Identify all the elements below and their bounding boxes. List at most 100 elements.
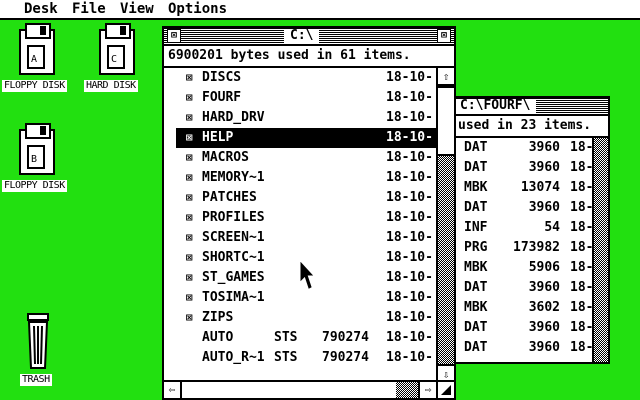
folder-row[interactable]: ⊠ SCREEN~1 18-10-: [164, 228, 436, 248]
file-date: 18-: [570, 300, 594, 315]
desktop-icon-hard-disk[interactable]: C HARD DISK: [82, 22, 156, 104]
scroll-left-arrow-icon[interactable]: ⇦: [164, 382, 182, 398]
file-date: 18-10-: [386, 90, 433, 105]
file-row[interactable]: MBK 3602 18-: [454, 298, 594, 318]
close-box-icon[interactable]: ⊠: [167, 29, 181, 43]
file-row[interactable]: MBK 13074 18-: [454, 178, 593, 198]
file-row[interactable]: MBK 5906 18-: [454, 258, 593, 278]
file-name: PROFILES: [202, 210, 265, 225]
resize-box-icon[interactable]: [436, 380, 454, 398]
hard-disk-icon: C: [99, 23, 135, 75]
folder-row[interactable]: ⊠ HELP 18-10-: [176, 128, 436, 148]
folder-icon: ⊠: [186, 171, 193, 184]
window-fourf[interactable]: C:\FOURF\ used in 23 items. DAT 3960 18- DA…: [452, 96, 610, 364]
svg-text:A: A: [31, 54, 37, 65]
file-size: 790274: [322, 350, 369, 365]
folder-icon: ⊠: [186, 111, 193, 124]
menu-file[interactable]: File: [72, 1, 106, 17]
file-date: 18-10-: [386, 330, 433, 345]
file-date: 18-10-: [386, 170, 433, 185]
window-title: C:\FOURF\: [454, 99, 537, 113]
vertical-scrollbar[interactable]: ⇧ ⇩: [436, 68, 454, 382]
file-type: INF: [464, 220, 488, 235]
file-date: 18-10-: [386, 270, 433, 285]
file-name: ZIPS: [202, 310, 234, 325]
file-row[interactable]: DAT 3960 18-: [454, 158, 594, 178]
menu-view[interactable]: View: [120, 1, 154, 17]
file-date: 18-: [570, 160, 594, 175]
folder-row[interactable]: ⊠ DISCS 18-10-: [164, 68, 436, 88]
file-size: 3960: [528, 160, 560, 175]
file-type: DAT: [464, 200, 488, 215]
horizontal-scroll-thumb[interactable]: [182, 382, 396, 398]
file-date: 18-: [570, 200, 594, 215]
file-type: STS: [274, 350, 298, 365]
file-size: 790274: [322, 330, 369, 345]
scroll-right-arrow-icon[interactable]: ⇨: [418, 382, 436, 398]
file-date: 18-10-: [386, 190, 433, 205]
file-size: 13074: [520, 180, 560, 195]
file-date: 18-: [570, 140, 594, 155]
folder-icon: ⊠: [186, 271, 193, 284]
file-size: 3960: [528, 340, 560, 355]
file-type: STS: [274, 330, 298, 345]
folder-row[interactable]: ⊠ FOURF 18-10-: [164, 88, 436, 108]
file-size: 173982: [513, 240, 560, 255]
desktop-icon-trash[interactable]: TRASH: [16, 312, 68, 392]
window-titlebar[interactable]: C:\FOURF\: [454, 98, 608, 116]
file-type: PRG: [464, 240, 488, 255]
menu-options[interactable]: Options: [168, 1, 227, 17]
folder-icon: ⊠: [186, 211, 193, 224]
folder-icon: ⊠: [186, 251, 193, 264]
folder-row[interactable]: ⊠ MACROS 18-10-: [164, 148, 436, 168]
folder-row[interactable]: ⊠ TOSIMA~1 18-10-: [164, 288, 436, 308]
vertical-scrollbar[interactable]: [592, 138, 608, 362]
menu-bar: Desk File View Options: [0, 0, 640, 20]
file-date: 18-: [570, 280, 594, 295]
full-box-icon[interactable]: ⊠: [437, 29, 451, 43]
file-size: 5906: [528, 260, 560, 275]
folder-icon: ⊠: [186, 131, 193, 144]
file-row[interactable]: PRG 173982 18-: [454, 238, 593, 258]
scroll-thumb[interactable]: [438, 86, 454, 156]
file-row[interactable]: DAT 3960 18-: [454, 278, 594, 298]
file-row[interactable]: DAT 3960 18-: [454, 318, 593, 338]
desktop-icon-floppy-a[interactable]: A FLOPPY DISK: [0, 22, 80, 104]
folder-row[interactable]: ⊠ MEMORY~1 18-10-: [164, 168, 436, 188]
file-name: AUTO_R~1: [202, 350, 265, 365]
horizontal-scrollbar[interactable]: ⇦ ⇨: [164, 380, 436, 398]
file-name: SCREEN~1: [202, 230, 265, 245]
file-name: DISCS: [202, 70, 242, 85]
file-date: 18-10-: [386, 250, 433, 265]
file-date: 18-10-: [386, 150, 433, 165]
scroll-up-arrow-icon[interactable]: ⇧: [438, 68, 454, 86]
folder-row[interactable]: ⊠ PATCHES 18-10-: [164, 188, 436, 208]
file-row[interactable]: DAT 3960 18-: [454, 138, 594, 158]
file-row[interactable]: DAT 3960 18-: [454, 338, 593, 358]
desktop-icon-floppy-b[interactable]: B FLOPPY DISK: [0, 122, 80, 196]
folder-icon: ⊠: [186, 291, 193, 304]
file-type: DAT: [464, 320, 488, 335]
window-c-drive[interactable]: ⊠ C:\ ⊠ 6900201 bytes used in 61 items. …: [162, 26, 456, 400]
folder-icon: ⊠: [186, 91, 193, 104]
file-row[interactable]: AUTO_R~1 STS 790274 18-10-: [164, 348, 436, 368]
folder-row[interactable]: ⊠ HARD_DRV 18-10-: [164, 108, 436, 128]
file-type: DAT: [464, 280, 488, 295]
window-titlebar[interactable]: ⊠ C:\ ⊠: [164, 28, 454, 46]
menu-desk[interactable]: Desk: [24, 1, 58, 17]
file-row[interactable]: INF 54 18-: [454, 218, 593, 238]
file-name: PATCHES: [202, 190, 257, 205]
file-size: 3960: [528, 200, 560, 215]
resize-corner-icon: [441, 385, 451, 395]
svg-text:C: C: [111, 54, 117, 65]
file-size: 54: [544, 220, 560, 235]
file-type: MBK: [464, 300, 488, 315]
floppy-icon: B: [19, 123, 55, 175]
file-name: HELP: [202, 130, 234, 145]
file-row[interactable]: DAT 3960 18-: [454, 198, 594, 218]
file-name: FOURF: [202, 90, 242, 105]
file-row[interactable]: AUTO STS 790274 18-10-: [164, 328, 436, 348]
folder-row[interactable]: ⊠ ZIPS 18-10-: [164, 308, 436, 328]
folder-row[interactable]: ⊠ PROFILES 18-10-: [164, 208, 436, 228]
file-date: 18-10-: [386, 350, 433, 365]
